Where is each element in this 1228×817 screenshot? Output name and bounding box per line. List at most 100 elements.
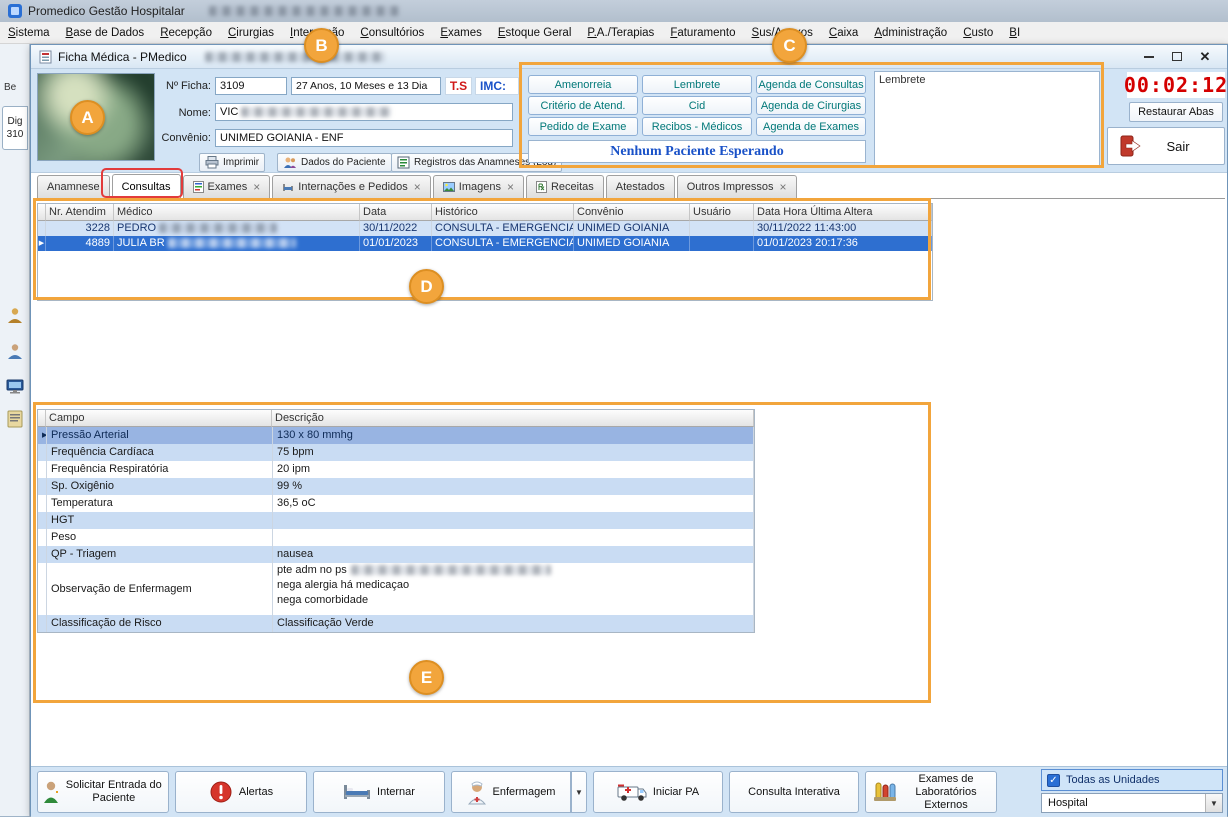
col-descricao[interactable]: Descrição	[272, 410, 754, 427]
enfermagem-label: Enfermagem	[493, 786, 556, 799]
close-icon[interactable]: ✕	[1191, 47, 1219, 66]
sidebar-tab-line1: Dig	[7, 115, 22, 128]
col-data[interactable]: Data	[360, 204, 432, 221]
vitals-row-observacao[interactable]: Observação de Enfermagem pte adm no ps n…	[38, 563, 754, 615]
imprimir-label: Imprimir	[223, 157, 259, 168]
dados-paciente-button[interactable]: Dados do Paciente	[277, 153, 392, 172]
menu-cirurgias[interactable]: Cirurgias	[228, 27, 274, 39]
cell-medico: JULIA BR	[114, 236, 360, 251]
iniciar-pa-button[interactable]: Iniciar PA	[593, 771, 723, 813]
consultas-header-row: Nr. Atendim Médico Data Histórico Convên…	[38, 204, 932, 221]
quick-button-cid[interactable]: Cid	[642, 96, 752, 115]
col-nr-atendim[interactable]: Nr. Atendim	[46, 204, 114, 221]
vitals-row[interactable]: Temperatura36,5 oC	[38, 495, 754, 512]
enfermagem-button[interactable]: Enfermagem	[451, 771, 571, 813]
alertas-button[interactable]: Alertas	[175, 771, 307, 813]
unidade-select[interactable]: Hospital ▼	[1041, 793, 1223, 813]
menu-caixa[interactable]: Caixa	[829, 27, 858, 39]
menu-base-de-dados[interactable]: Base de Dados	[66, 27, 145, 39]
tab-imagens[interactable]: Imagens ×	[433, 175, 524, 198]
cell-campo: Observação de Enfermagem	[47, 563, 273, 615]
quick-button-agenda-cirurgias[interactable]: Agenda de Cirurgias	[756, 96, 866, 115]
tab-atestados[interactable]: Atestados	[606, 175, 675, 198]
menu-estoque-geral[interactable]: Estoque Geral	[498, 27, 572, 39]
quick-button-agenda-exames[interactable]: Agenda de Exames	[756, 117, 866, 136]
monitor-icon[interactable]	[6, 378, 24, 396]
vitals-row[interactable]: Frequência Cardíaca75 bpm	[38, 444, 754, 461]
annotation-badge-a: A	[70, 100, 105, 135]
col-campo[interactable]: Campo	[46, 410, 272, 427]
tab-outros-impressos[interactable]: Outros Impressos ×	[677, 175, 797, 198]
col-usuario[interactable]: Usuário	[690, 204, 754, 221]
col-ultima-alteracao[interactable]: Data Hora Última Altera	[754, 204, 932, 221]
tab-imagens-label: Imagens	[459, 181, 501, 193]
cell-descricao: pte adm no ps nega alergia há medicaçao …	[273, 563, 754, 615]
col-convenio[interactable]: Convênio	[574, 204, 690, 221]
maximize-icon[interactable]	[1163, 47, 1191, 66]
redacted-window-title-text	[205, 52, 385, 62]
vitals-row[interactable]: HGT	[38, 512, 754, 529]
imprimir-button[interactable]: Imprimir	[199, 153, 265, 172]
cell-atendimento: 3228	[46, 221, 114, 236]
vitals-row[interactable]: Peso	[38, 529, 754, 546]
nome-field[interactable]: VIC	[215, 103, 513, 121]
menu-exames[interactable]: Exames	[440, 27, 482, 39]
col-historico[interactable]: Histórico	[432, 204, 574, 221]
vitals-row[interactable]: Classificação de RiscoClassificação Verd…	[38, 615, 754, 632]
tab-exames[interactable]: Exames ×	[183, 175, 271, 198]
menu-custo[interactable]: Custo	[963, 27, 993, 39]
table-row[interactable]: 3228 PEDRO 30/11/2022 CONSULTA - EMERGEN…	[38, 221, 932, 236]
quick-button-amenorreia[interactable]: Amenorreia	[528, 75, 638, 94]
menu-pa-terapias[interactable]: P.A./Terapias	[587, 27, 654, 39]
todas-unidades-checkbox[interactable]: ✓	[1047, 774, 1060, 787]
patient-person-icon[interactable]	[6, 306, 24, 324]
quick-button-lembrete[interactable]: Lembrete	[642, 75, 752, 94]
quick-button-agenda-consultas[interactable]: Agenda de Consultas	[756, 75, 866, 94]
vitals-row[interactable]: Frequência Respiratória20 ipm	[38, 461, 754, 478]
solicitar-entrada-button[interactable]: Solicitar Entrada do Paciente	[37, 771, 169, 813]
cell-atendimento: 4889	[46, 236, 114, 251]
vitals-row[interactable]: QP - Triagemnausea	[38, 546, 754, 563]
menu-sistema[interactable]: Sistema	[8, 27, 50, 39]
tab-internacoes-pedidos[interactable]: Internações e Pedidos ×	[272, 175, 430, 198]
sair-button[interactable]: Sair	[1107, 127, 1225, 165]
tab-consultas[interactable]: Consultas	[112, 174, 181, 199]
sidebar-ficha-tab[interactable]: Dig 310	[2, 106, 28, 150]
vitals-row[interactable]: Sp. Oxigênio99 %	[38, 478, 754, 495]
cell-descricao: 130 x 80 mmhg	[273, 427, 754, 444]
enfermagem-dropdown-icon[interactable]: ▼	[571, 771, 587, 813]
tab-anamnese[interactable]: Anamnese	[37, 175, 110, 198]
menu-administracao[interactable]: Administração	[874, 27, 947, 39]
cell-convenio: UNIMED GOIANIA	[574, 236, 690, 251]
exames-externos-button[interactable]: Exames de Laboratórios Externos	[865, 771, 997, 813]
quick-button-criterio-atend[interactable]: Critério de Atend.	[528, 96, 638, 115]
menu-bar: Sistema Base de Dados Recepção Cirurgias…	[0, 22, 1228, 44]
tab-receitas[interactable]: Receitas	[526, 175, 604, 198]
consulta-interativa-button[interactable]: Consulta Interativa	[729, 771, 859, 813]
convenio-field[interactable]: UNIMED GOIANIA - ENF	[215, 129, 513, 147]
tab-exames-close-icon[interactable]: ×	[253, 180, 260, 194]
menu-recepcao[interactable]: Recepção	[160, 27, 212, 39]
menu-faturamento[interactable]: Faturamento	[670, 27, 735, 39]
restaurar-abas-button[interactable]: Restaurar Abas	[1129, 102, 1223, 122]
annotation-badge-c: C	[772, 28, 807, 63]
rx-doc-icon	[536, 181, 547, 193]
col-medico[interactable]: Médico	[114, 204, 360, 221]
vitals-row-selected[interactable]: ▶ Pressão Arterial 130 x 80 mmhg	[38, 427, 754, 444]
minimize-icon[interactable]	[1135, 47, 1163, 66]
tab-internacoes-close-icon[interactable]: ×	[414, 180, 421, 194]
tab-imagens-close-icon[interactable]: ×	[507, 180, 514, 194]
unidade-dropdown-icon[interactable]: ▼	[1205, 794, 1222, 812]
quick-button-recibos-medicos[interactable]: Recibos - Médicos	[642, 117, 752, 136]
table-row-selected[interactable]: ▶ 4889 JULIA BR 01/01/2023 CONSULTA - EM…	[38, 236, 932, 251]
ficha-number-field[interactable]: 3109	[215, 77, 287, 95]
doctor-person-icon[interactable]	[6, 342, 24, 360]
cell-descricao: 36,5 oC	[273, 495, 754, 512]
internar-button[interactable]: Internar	[313, 771, 445, 813]
menu-bi[interactable]: BI	[1009, 27, 1020, 39]
menu-consultorios[interactable]: Consultórios	[360, 27, 424, 39]
sidebar-tab-line2: 310	[7, 128, 24, 141]
clipboard-icon[interactable]	[6, 410, 24, 428]
quick-button-pedido-exame[interactable]: Pedido de Exame	[528, 117, 638, 136]
tab-outros-close-icon[interactable]: ×	[780, 180, 787, 194]
